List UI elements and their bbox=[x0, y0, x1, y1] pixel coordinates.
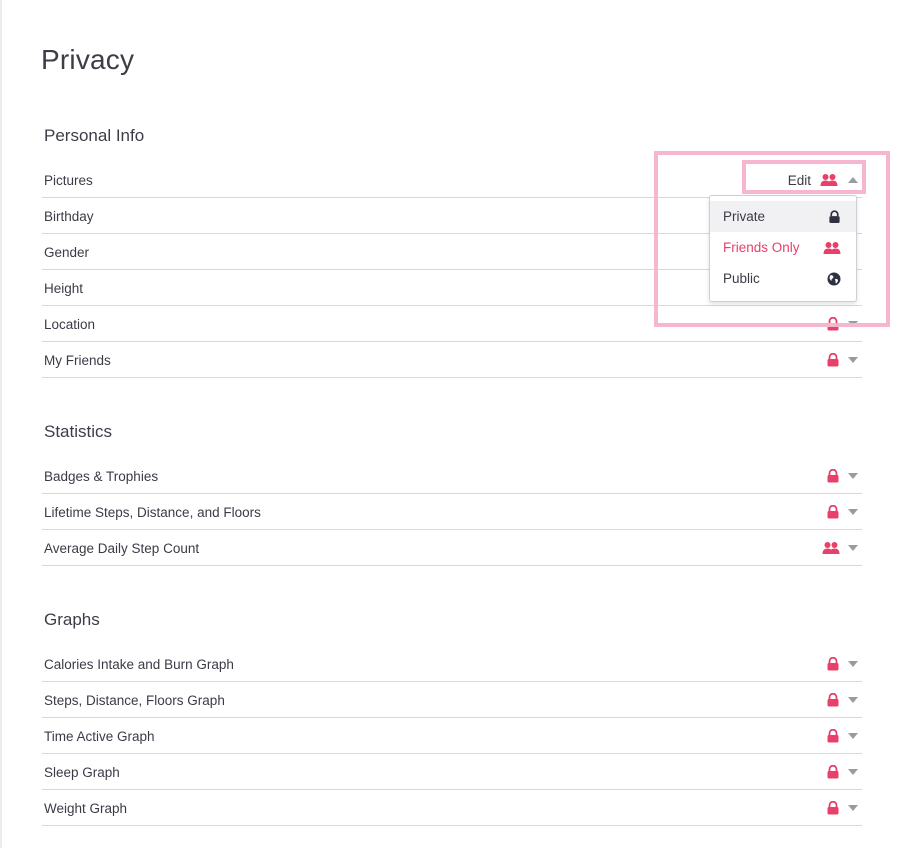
chevron-down-icon[interactable] bbox=[848, 321, 858, 327]
friends-icon bbox=[822, 240, 842, 256]
row-label: Badges & Trophies bbox=[44, 468, 159, 484]
lock-icon bbox=[826, 353, 840, 367]
privacy-row-pictures[interactable]: Pictures Edit bbox=[42, 163, 862, 198]
privacy-row-average-daily-steps[interactable]: Average Daily Step Count bbox=[42, 531, 862, 566]
privacy-dropdown-menu: Private Friends Only Public bbox=[709, 195, 857, 302]
privacy-control[interactable] bbox=[826, 729, 858, 743]
section-title-statistics: Statistics bbox=[44, 422, 113, 441]
left-border bbox=[0, 0, 2, 848]
globe-icon bbox=[826, 271, 842, 287]
section-title-personal-info: Personal Info bbox=[44, 126, 145, 145]
lock-icon bbox=[826, 505, 840, 519]
lock-icon bbox=[826, 657, 840, 671]
chevron-down-icon[interactable] bbox=[848, 769, 858, 775]
row-label: Birthday bbox=[44, 208, 94, 224]
privacy-control[interactable] bbox=[826, 505, 858, 519]
lock-icon bbox=[826, 801, 840, 815]
privacy-row-calories-graph[interactable]: Calories Intake and Burn Graph bbox=[42, 647, 862, 682]
chevron-down-icon[interactable] bbox=[848, 697, 858, 703]
chevron-down-icon[interactable] bbox=[848, 661, 858, 667]
privacy-control[interactable] bbox=[826, 693, 858, 707]
privacy-control[interactable] bbox=[822, 541, 858, 555]
privacy-row-sleep-graph[interactable]: Sleep Graph bbox=[42, 755, 862, 790]
friends-icon bbox=[822, 541, 840, 555]
chevron-down-icon[interactable] bbox=[848, 805, 858, 811]
edit-link[interactable]: Edit bbox=[788, 173, 811, 188]
option-label: Private bbox=[723, 209, 766, 224]
row-label: Sleep Graph bbox=[44, 764, 120, 780]
privacy-control[interactable] bbox=[826, 657, 858, 671]
privacy-row-weight-graph[interactable]: Weight Graph bbox=[42, 791, 862, 826]
option-label: Public bbox=[723, 271, 760, 286]
lock-icon bbox=[826, 729, 840, 743]
row-label: Lifetime Steps, Distance, and Floors bbox=[44, 504, 261, 520]
lock-icon bbox=[826, 317, 840, 331]
row-label: Height bbox=[44, 280, 84, 296]
section-title-graphs: Graphs bbox=[44, 610, 100, 629]
privacy-row-steps-graph[interactable]: Steps, Distance, Floors Graph bbox=[42, 683, 862, 718]
row-label: My Friends bbox=[44, 352, 111, 368]
chevron-down-icon[interactable] bbox=[848, 357, 858, 363]
row-label: Calories Intake and Burn Graph bbox=[44, 656, 234, 672]
privacy-row-my-friends[interactable]: My Friends bbox=[42, 343, 862, 378]
lock-icon bbox=[826, 469, 840, 483]
lock-icon bbox=[826, 765, 840, 779]
chevron-down-icon[interactable] bbox=[848, 473, 858, 479]
privacy-row-badges-trophies[interactable]: Badges & Trophies bbox=[42, 459, 862, 494]
row-label: Steps, Distance, Floors Graph bbox=[44, 692, 225, 708]
row-label: Average Daily Step Count bbox=[44, 540, 200, 556]
row-label: Time Active Graph bbox=[44, 728, 155, 744]
privacy-control[interactable] bbox=[826, 801, 858, 815]
dropdown-option-private[interactable]: Private bbox=[710, 201, 856, 232]
option-label: Friends Only bbox=[723, 240, 800, 255]
lock-icon bbox=[826, 693, 840, 707]
privacy-control[interactable] bbox=[826, 469, 858, 483]
lock-icon bbox=[826, 209, 842, 225]
row-label: Gender bbox=[44, 244, 90, 260]
privacy-row-location[interactable]: Location bbox=[42, 307, 862, 342]
dropdown-option-friends-only[interactable]: Friends Only bbox=[710, 232, 856, 263]
chevron-up-icon[interactable] bbox=[848, 177, 858, 183]
privacy-control[interactable] bbox=[826, 765, 858, 779]
row-label: Weight Graph bbox=[44, 800, 128, 816]
friends-icon bbox=[820, 173, 838, 187]
chevron-down-icon[interactable] bbox=[848, 733, 858, 739]
chevron-down-icon[interactable] bbox=[848, 545, 858, 551]
privacy-control[interactable] bbox=[826, 317, 858, 331]
privacy-control[interactable]: Edit bbox=[788, 173, 858, 188]
privacy-row-lifetime-steps[interactable]: Lifetime Steps, Distance, and Floors bbox=[42, 495, 862, 530]
dropdown-option-public[interactable]: Public bbox=[710, 263, 856, 294]
privacy-control[interactable] bbox=[826, 353, 858, 367]
row-label: Pictures bbox=[44, 172, 93, 188]
privacy-row-time-active-graph[interactable]: Time Active Graph bbox=[42, 719, 862, 754]
page-title: Privacy bbox=[41, 44, 135, 75]
row-label: Location bbox=[44, 316, 96, 332]
chevron-down-icon[interactable] bbox=[848, 509, 858, 515]
